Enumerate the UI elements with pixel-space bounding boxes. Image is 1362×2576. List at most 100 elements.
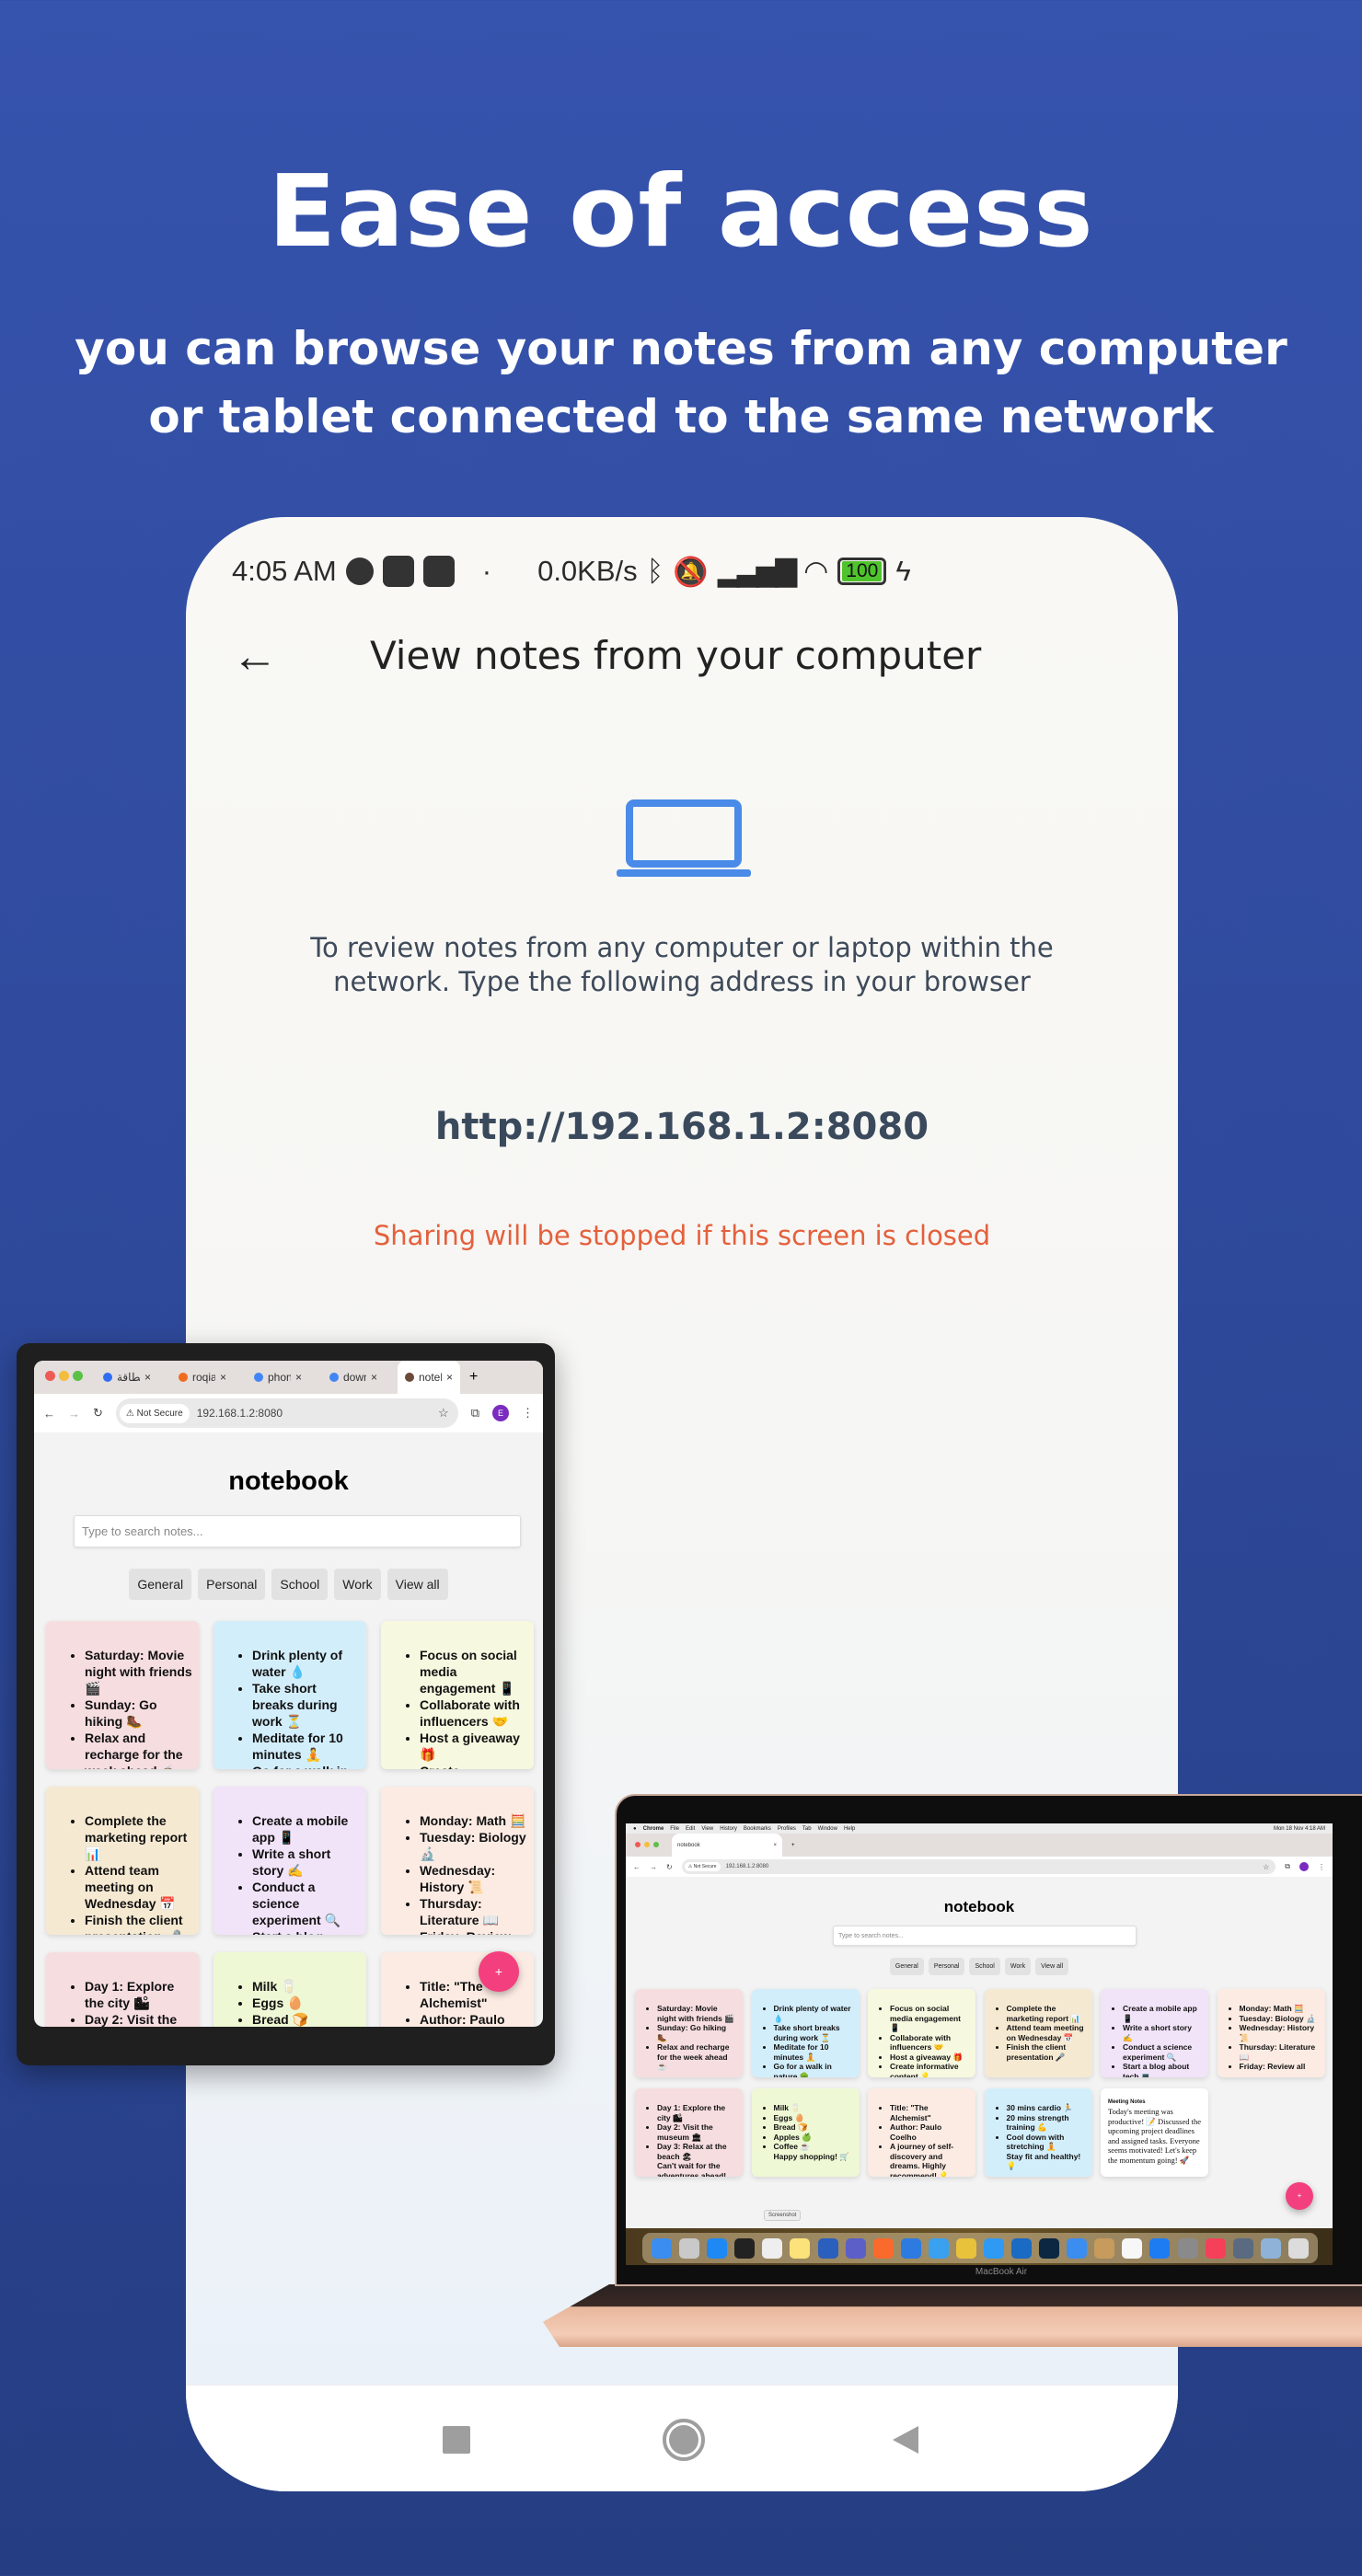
- xcode-instruments-icon[interactable]: [900, 2237, 921, 2259]
- xcode-icon[interactable]: [928, 2237, 949, 2259]
- note-card[interactable]: Saturday: Movie night with friends 🎬Sund…: [635, 1989, 743, 2077]
- mac-dock: [642, 2233, 1318, 2263]
- laptop-device: ● Chrome File Edit View History Bookmarks Profi…: [615, 1794, 1362, 2286]
- note-list: Complete the marketing report 📊Attend te…: [85, 1812, 193, 1935]
- preview-icon[interactable]: [1260, 2237, 1281, 2259]
- note-item: Thursday: Literature 📖: [420, 1895, 528, 1928]
- note-item: Wednesday: History 📜: [1240, 2023, 1320, 2042]
- note-item: Relax and recharge for the week ahead ☕: [85, 1730, 193, 1769]
- instructions-text: To review notes from any computer or lap…: [310, 932, 1054, 997]
- finder-icon[interactable]: [652, 2237, 673, 2259]
- note-item: Friday: Review all: [1240, 2062, 1320, 2072]
- quicktime-icon[interactable]: [1232, 2237, 1253, 2259]
- notes-icon[interactable]: [790, 2237, 811, 2259]
- note-list: Drink plenty of water 💧Take short breaks…: [774, 2004, 854, 2077]
- note-card[interactable]: Create a mobile app 📱Write a short story…: [214, 1787, 366, 1935]
- chrome-icon[interactable]: [955, 2237, 976, 2259]
- note-body: Today's meeting was productive! 📝 Discus…: [1108, 2107, 1201, 2165]
- laptop-model-label: MacBook Air: [975, 2267, 1028, 2277]
- contacts-icon[interactable]: [1094, 2237, 1115, 2259]
- note-item: Focus on social media engagement 📱: [420, 1647, 528, 1696]
- note-item: Cool down with stretching 🧘: [1007, 2133, 1087, 2152]
- note-card[interactable]: Day 1: Explore the city 🏙Day 2: Visit th…: [46, 1952, 199, 2027]
- note-item: Sunday: Go hiking 🥾: [657, 2023, 737, 2042]
- app-notification-icon: [345, 558, 374, 585]
- music-icon[interactable]: [1205, 2237, 1226, 2259]
- home-button[interactable]: [663, 2419, 705, 2461]
- note-card[interactable]: Monday: Math 🧮Tuesday: Biology 🔬Wednesda…: [1217, 1989, 1325, 2077]
- photoshop-icon[interactable]: [1039, 2237, 1060, 2259]
- note-item: Tuesday: Biology 🔬: [420, 1829, 528, 1862]
- note-card[interactable]: Title: "The Alchemist"Author: Paulo Coel…: [868, 2088, 975, 2177]
- note-item: Title: "The Alchemist": [890, 2103, 970, 2122]
- note-card[interactable]: Day 1: Explore the city 🏙Day 2: Visit th…: [635, 2088, 743, 2177]
- note-item: Tuesday: Biology 🔬: [1240, 2014, 1320, 2024]
- outlook-icon[interactable]: [1011, 2237, 1033, 2259]
- note-item: Host a giveaway 🎁: [890, 2053, 970, 2063]
- notes-grid: Saturday: Movie night with friends 🎬Sund…: [34, 1361, 543, 2027]
- note-item: Monday: Math 🧮: [420, 1812, 528, 1829]
- note-item: Saturday: Movie night with friends 🎬: [85, 1647, 193, 1696]
- app-store-icon[interactable]: [707, 2237, 728, 2259]
- add-note-button[interactable]: +: [1286, 2182, 1313, 2210]
- note-item: Focus on social media engagement 📱: [890, 2004, 970, 2033]
- note-item: Go for a walk in nature 🌳: [774, 2062, 854, 2077]
- simulator-icon[interactable]: [1067, 2237, 1088, 2259]
- note-item: Milk 🥛: [774, 2103, 854, 2113]
- note-item: Coffee ☕: [774, 2142, 854, 2152]
- note-item: Wednesday: History 📜: [420, 1862, 528, 1895]
- server-url: http://192.168.1.2:8080: [434, 1106, 929, 1148]
- launchpad-icon[interactable]: [679, 2237, 700, 2259]
- note-item: Eggs 🥚: [774, 2113, 854, 2123]
- screenshot-icon[interactable]: [762, 2237, 783, 2259]
- laptop-base: [543, 2284, 1362, 2347]
- note-list: Complete the marketing report 📊Attend te…: [1007, 2004, 1087, 2062]
- note-card[interactable]: 30 mins cardio 🏃20 mins strength trainin…: [984, 2088, 1092, 2177]
- note-list: Day 1: Explore the city 🏙Day 2: Visit th…: [85, 1978, 193, 2027]
- teams-icon[interactable]: [845, 2237, 866, 2259]
- add-note-button[interactable]: +: [479, 1951, 519, 1992]
- tablet-browser: بطاقة×roqia×phon×down×noteb× + ←→↻ ⚠ Not…: [34, 1361, 543, 2027]
- battery-level: 100: [842, 561, 883, 581]
- note-item: Create a mobile app 📱: [1123, 2004, 1203, 2023]
- word-icon[interactable]: [817, 2237, 838, 2259]
- dot-icon: ·: [481, 555, 492, 587]
- note-item: Sunday: Go hiking 🥾: [85, 1696, 193, 1730]
- reminders-icon[interactable]: [1122, 2237, 1143, 2259]
- note-item: Meditate for 10 minutes 🧘: [774, 2042, 854, 2062]
- note-card[interactable]: Complete the marketing report 📊Attend te…: [984, 1989, 1092, 2077]
- note-item: Conduct a science experiment 🔍: [1123, 2042, 1203, 2062]
- note-card[interactable]: Create a mobile app 📱Write a short story…: [1101, 1989, 1208, 2077]
- note-card[interactable]: Milk 🥛Eggs 🥚Bread 🍞Apples 🍏Coffee ☕Happy…: [751, 2088, 860, 2177]
- note-title: Meeting Notes: [1108, 2099, 1146, 2105]
- hero-subtitle-line2: or tablet connected to the same network: [148, 390, 1214, 443]
- back-button[interactable]: [893, 2426, 918, 2454]
- note-item: Start a blog about tech 💻: [252, 1928, 361, 1935]
- note-card[interactable]: Complete the marketing report 📊Attend te…: [46, 1787, 199, 1935]
- note-card[interactable]: Milk 🥛Eggs 🥚Bread 🍞Apples 🍏Coffee ☕Happy…: [214, 1952, 366, 2027]
- signal-icon: ▂▃▅▇: [717, 555, 797, 587]
- note-card[interactable]: Drink plenty of water 💧Take short breaks…: [751, 1989, 860, 2077]
- note-list: Saturday: Movie night with friends 🎬Sund…: [85, 1647, 193, 1769]
- safari-icon[interactable]: [983, 2237, 1004, 2259]
- recents-button[interactable]: [443, 2426, 470, 2454]
- note-card[interactable]: Saturday: Movie night with friends 🎬Sund…: [46, 1621, 199, 1769]
- note-card[interactable]: Drink plenty of water 💧Take short breaks…: [214, 1621, 366, 1769]
- terminal-icon[interactable]: [734, 2237, 756, 2259]
- note-card[interactable]: Focus on social media engagement 📱Collab…: [381, 1621, 534, 1769]
- note-card[interactable]: Monday: Math 🧮Tuesday: Biology 🔬Wednesda…: [381, 1787, 534, 1935]
- note-list: Focus on social media engagement 📱Collab…: [420, 1647, 528, 1769]
- bluetooth-icon: ᛒ: [646, 555, 664, 587]
- note-list: Title: "The Alchemist"Author: Paulo Coel…: [890, 2103, 970, 2177]
- note-item: Day 2: Visit the museum 🏛: [657, 2122, 737, 2142]
- trash-icon[interactable]: [1287, 2237, 1309, 2259]
- bluetooth-icon[interactable]: [1149, 2237, 1171, 2259]
- note-item: Day 1: Explore the city 🏙: [85, 1978, 193, 2011]
- system-settings-icon[interactable]: [1177, 2237, 1198, 2259]
- note-card[interactable]: Focus on social media engagement 📱Collab…: [868, 1989, 975, 2077]
- note-card[interactable]: Meeting Notes Today's meeting was product…: [1101, 2088, 1208, 2177]
- back-arrow-icon[interactable]: ←: [232, 629, 278, 683]
- note-item: Bread 🍞: [774, 2122, 854, 2133]
- note-item: Create a mobile app 📱: [252, 1812, 361, 1846]
- pencil-app-icon[interactable]: [872, 2237, 894, 2259]
